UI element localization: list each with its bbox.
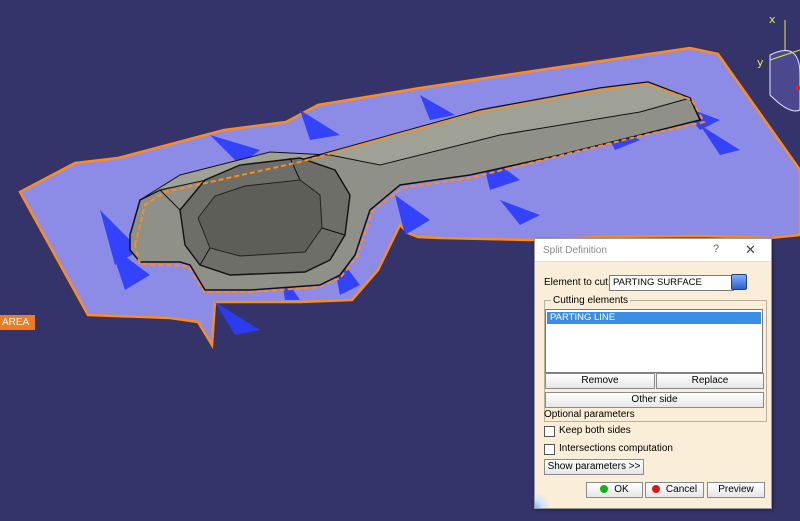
other-side-button[interactable]: Other side: [545, 392, 764, 408]
close-icon[interactable]: ✕: [745, 242, 756, 258]
ok-button[interactable]: OK: [586, 482, 643, 498]
remove-button[interactable]: Remove: [545, 373, 655, 389]
help-icon[interactable]: ?: [713, 243, 719, 255]
cutting-elements-label: Cutting elements: [551, 295, 631, 306]
replace-button[interactable]: Replace: [656, 373, 764, 389]
ok-label: OK: [614, 484, 629, 495]
cutting-elements-list[interactable]: PARTING LINE: [545, 309, 763, 373]
dialog-titlebar[interactable]: Split Definition ? ✕: [535, 239, 771, 262]
logo-decoration: [535, 494, 561, 508]
area-tag[interactable]: AREA: [0, 315, 36, 330]
intersections-checkbox[interactable]: [544, 444, 555, 455]
axis-y-label: y: [757, 56, 764, 69]
element-to-cut-label: Element to cut:: [544, 277, 611, 288]
element-selection-icon[interactable]: [731, 274, 747, 290]
element-to-cut-field[interactable]: PARTING SURFACE: [609, 275, 734, 291]
cancel-label: Cancel: [665, 484, 698, 495]
split-definition-dialog: Split Definition ? ✕ Element to cut: PAR…: [534, 238, 772, 509]
dialog-title: Split Definition: [543, 245, 607, 256]
keep-both-sides-label: Keep both sides: [559, 425, 631, 436]
preview-button[interactable]: Preview: [707, 482, 765, 498]
cancel-icon: [651, 485, 660, 493]
intersections-label: Intersections computation: [559, 443, 673, 454]
list-item[interactable]: PARTING LINE: [547, 312, 761, 324]
optional-parameters-label: Optional parameters: [544, 409, 635, 420]
keep-both-sides-checkbox[interactable]: [544, 426, 555, 437]
cancel-button[interactable]: Cancel: [645, 482, 704, 498]
ok-icon: [600, 485, 609, 493]
axis-x-label: x: [769, 13, 776, 26]
compass-widget[interactable]: [769, 20, 800, 112]
show-parameters-button[interactable]: Show parameters >>: [544, 459, 644, 475]
